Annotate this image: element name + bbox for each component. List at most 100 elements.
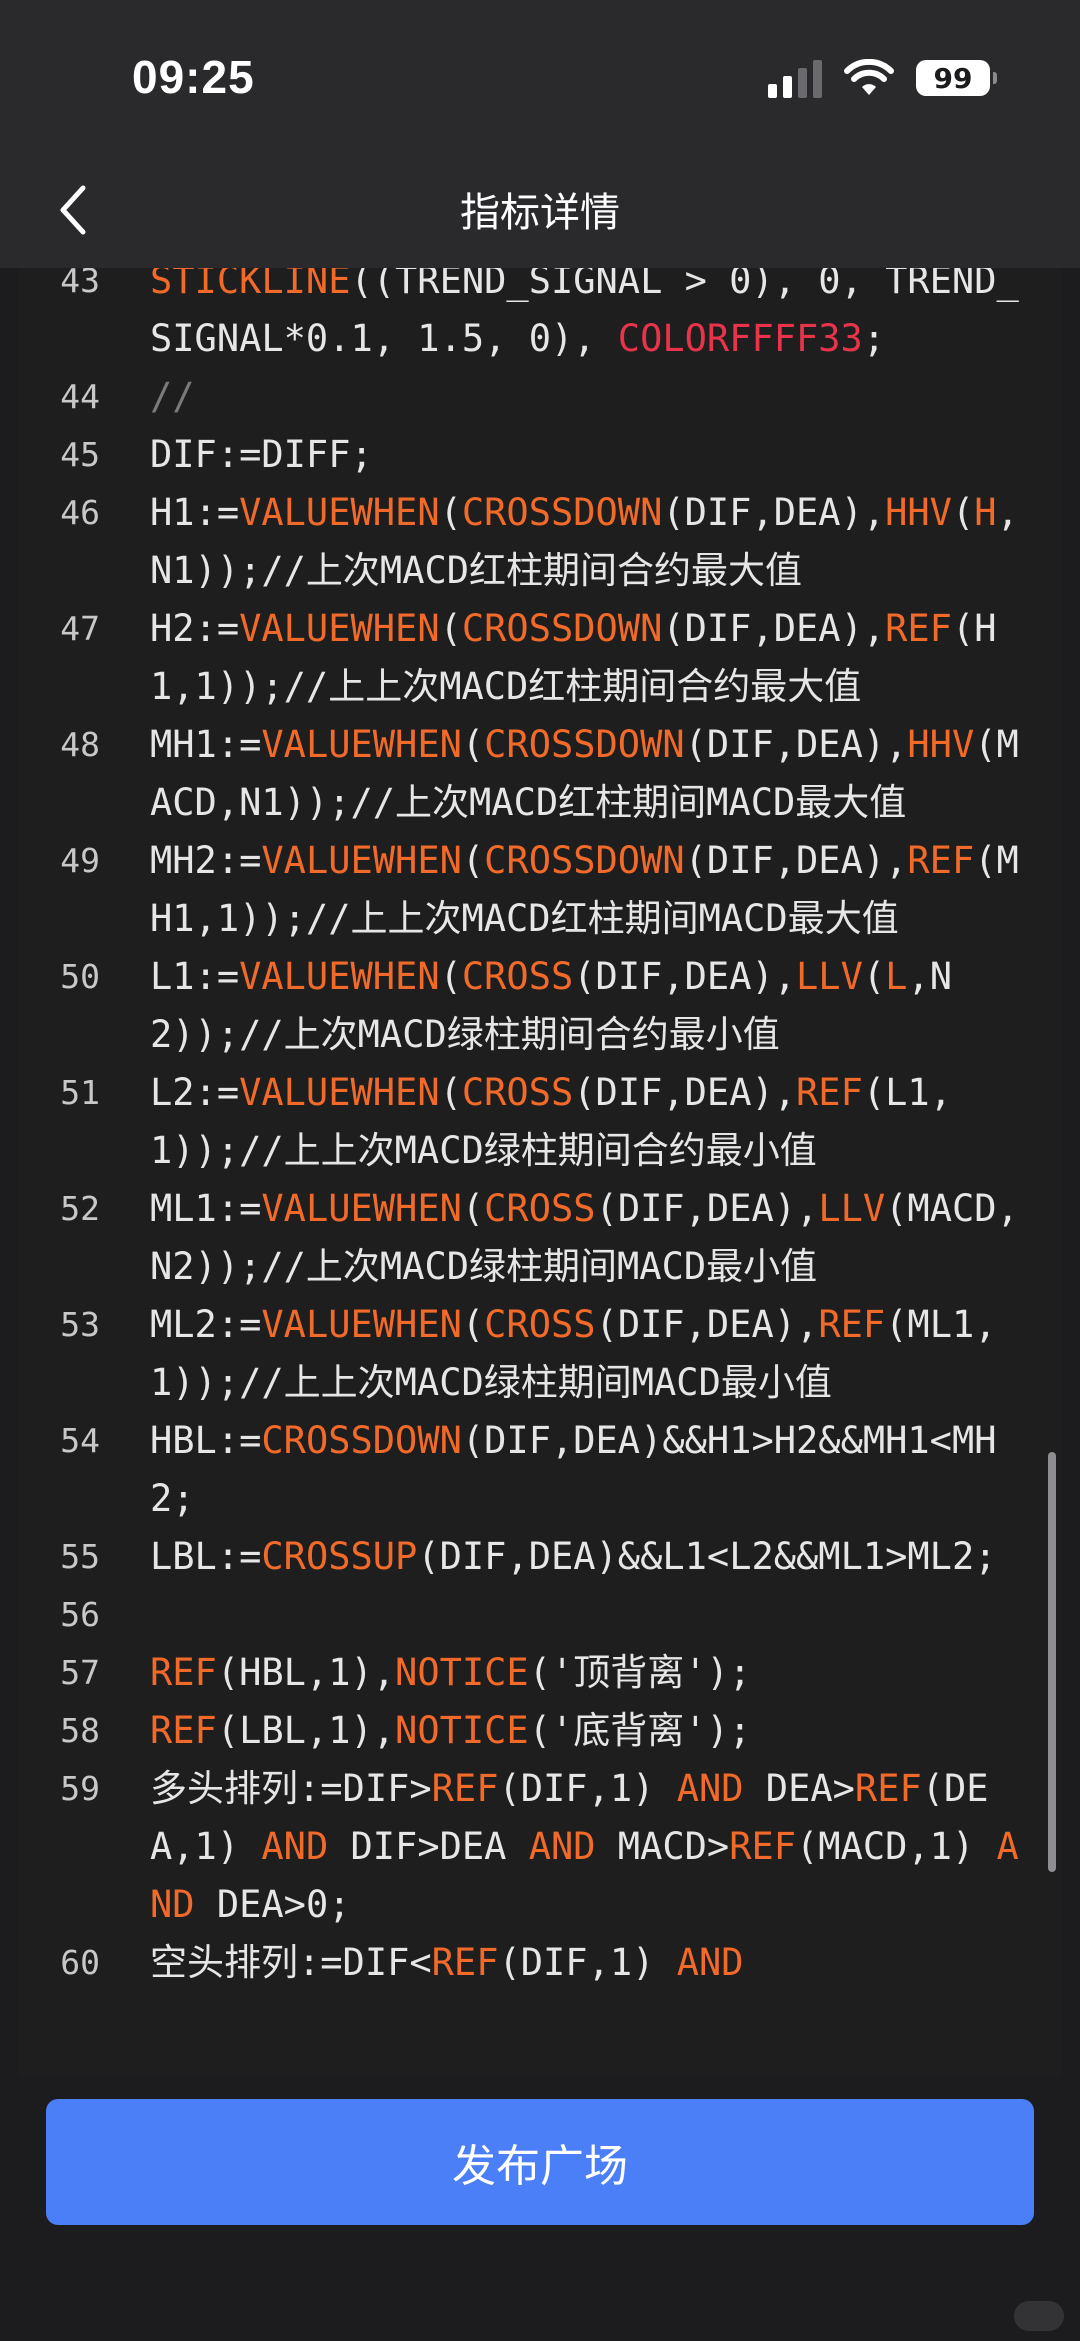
code-token: ( — [439, 491, 462, 534]
code-token: (DIF,DEA), — [662, 607, 886, 650]
line-number: 51 — [60, 1073, 100, 1112]
code-token: CROSSDOWN — [484, 839, 685, 882]
code-token: // — [150, 375, 195, 418]
code-token: 空头排列:=DIF< — [150, 1941, 432, 1984]
code-token: MH1:= — [150, 723, 262, 766]
code-token: (LBL,1), — [216, 1709, 396, 1752]
line-code: 空头排列:=DIF<REF(DIF,1) AND — [150, 1934, 1022, 1992]
code-token: VALUEWHEN — [261, 1303, 462, 1346]
line-number: 56 — [60, 1595, 100, 1634]
code-line: 45 DIF:=DIFF; — [18, 426, 1062, 484]
code-token: REF — [907, 839, 975, 882]
code-token: CROSSDOWN — [484, 723, 685, 766]
line-code: REF(HBL,1),NOTICE('顶背离'); — [150, 1644, 1022, 1702]
line-code: ML2:=VALUEWHEN(CROSS(DIF,DEA),REF(ML1,1)… — [150, 1296, 1022, 1412]
code-viewer[interactable]: 43 STICKLINE((TREND_SIGNAL > 0), 0, TREND… — [18, 268, 1062, 2076]
code-line: 57 REF(HBL,1),NOTICE('顶背离'); — [18, 1644, 1062, 1702]
code-token: REF — [796, 1071, 863, 1114]
code-token: (DIF,1) — [498, 1941, 677, 1984]
code-token: CROSS — [461, 955, 574, 998]
line-code: MH1:=VALUEWHEN(CROSSDOWN(DIF,DEA),HHV(MA… — [150, 716, 1022, 832]
code-token: STICKLINE — [150, 268, 351, 302]
code-line: 46 H1:=VALUEWHEN(CROSSDOWN(DIF,DEA),HHV(H… — [18, 484, 1062, 600]
code-token: CROSSUP — [261, 1535, 418, 1578]
code-token: VALUEWHEN — [239, 955, 440, 998]
code-token: ( — [461, 1303, 485, 1346]
code-token: ( — [461, 1187, 485, 1230]
line-number: 46 — [60, 493, 100, 532]
code-token: DIF>DEA — [328, 1825, 529, 1868]
code-token: (DIF,DEA), — [595, 1303, 819, 1346]
code-token: H — [974, 491, 997, 534]
code-token: ( — [951, 491, 975, 534]
line-number: 55 — [60, 1537, 100, 1576]
line-code: DIF:=DIFF; — [150, 426, 1022, 484]
line-code: 多头排列:=DIF>REF(DIF,1) AND DEA>REF(DEA,1) … — [150, 1760, 1022, 1934]
code-line: 59 多头排列:=DIF>REF(DIF,1) AND DEA>REF(DEA,1… — [18, 1760, 1062, 1934]
publish-button[interactable]: 发布广场 — [46, 2099, 1034, 2225]
line-number: 44 — [60, 377, 100, 416]
code-token: (DIF,DEA)&&L1<L2&&ML1>ML2; — [417, 1535, 997, 1578]
code-token: HBL:= — [150, 1419, 262, 1462]
line-number: 59 — [60, 1769, 100, 1808]
code-token: NOTICE — [395, 1709, 529, 1752]
line-number: 58 — [60, 1711, 100, 1750]
battery-icon: 99 — [916, 60, 997, 96]
status-bar: 09:25 99 — [0, 0, 1080, 150]
line-number: 57 — [60, 1653, 100, 1692]
code-token: (DIF,1) — [498, 1767, 677, 1810]
code-token: REF — [431, 1941, 499, 1984]
code-token: CROSSDOWN — [461, 607, 663, 650]
code-token: VALUEWHEN — [239, 607, 440, 650]
code-token: NOTICE — [395, 1651, 529, 1694]
page-title: 指标详情 — [460, 191, 620, 235]
code-token: (DIF,DEA), — [573, 1071, 797, 1114]
code-token: MH2:= — [150, 839, 262, 882]
code-line: 43 STICKLINE((TREND_SIGNAL > 0), 0, TREND… — [18, 268, 1062, 368]
code-token: CROSSDOWN — [261, 1419, 462, 1462]
code-token: VALUEWHEN — [239, 1071, 440, 1114]
code-token: L1:= — [150, 955, 240, 998]
code-token: REF — [150, 1709, 217, 1752]
code-token: REF — [431, 1767, 499, 1810]
scrollbar[interactable] — [1048, 1452, 1056, 1872]
line-number: 49 — [60, 841, 100, 880]
line-code: H1:=VALUEWHEN(CROSSDOWN(DIF,DEA),HHV(H,N… — [150, 484, 1022, 600]
nav-bar: 指标详情 — [0, 150, 1080, 268]
code-token: AND — [261, 1825, 329, 1868]
code-line: 48 MH1:=VALUEWHEN(CROSSDOWN(DIF,DEA),HHV(… — [18, 716, 1062, 832]
code-token: H2:= — [150, 607, 240, 650]
line-code — [150, 1586, 1022, 1644]
line-number: 45 — [60, 435, 100, 474]
code-token: REF — [854, 1767, 922, 1810]
code-token: ( — [439, 955, 462, 998]
code-token: ('顶背离'); — [528, 1651, 752, 1694]
code-token: (DIF,DEA), — [684, 839, 908, 882]
battery-level: 99 — [933, 61, 973, 95]
status-icons: 99 — [768, 58, 997, 98]
code-token: REF — [150, 1651, 217, 1694]
code-token: LLV — [818, 1187, 886, 1230]
code-token: ( — [862, 955, 886, 998]
code-token: AND — [528, 1825, 596, 1868]
code-token: H1:= — [150, 491, 240, 534]
line-code: MH2:=VALUEWHEN(CROSSDOWN(DIF,DEA),REF(MH… — [150, 832, 1022, 948]
line-number: 60 — [60, 1943, 100, 1982]
line-code: LBL:=CROSSUP(DIF,DEA)&&L1<L2&&ML1>ML2; — [150, 1528, 1022, 1586]
code-line: 54 HBL:=CROSSDOWN(DIF,DEA)&&H1>H2&&MH1<MH… — [18, 1412, 1062, 1528]
code-token: DEA>0; — [194, 1883, 351, 1926]
code-line: 58 REF(LBL,1),NOTICE('底背离'); — [18, 1702, 1062, 1760]
code-token: ( — [461, 839, 485, 882]
code-line: 53 ML2:=VALUEWHEN(CROSS(DIF,DEA),REF(ML1,… — [18, 1296, 1062, 1412]
code-line: 51 L2:=VALUEWHEN(CROSS(DIF,DEA),REF(L1,1)… — [18, 1064, 1062, 1180]
code-token: (MACD,1) — [796, 1825, 997, 1868]
signal-icon — [768, 58, 822, 98]
code-token: VALUEWHEN — [261, 839, 462, 882]
line-code: // — [150, 368, 1022, 426]
line-code: STICKLINE((TREND_SIGNAL > 0), 0, TREND_S… — [150, 268, 1022, 368]
status-time: 09:25 — [132, 51, 255, 103]
line-code: L2:=VALUEWHEN(CROSS(DIF,DEA),REF(L1,1));… — [150, 1064, 1022, 1180]
code-token: ML2:= — [150, 1303, 262, 1346]
code-token: HHV — [907, 723, 975, 766]
code-token: ; — [862, 317, 886, 360]
